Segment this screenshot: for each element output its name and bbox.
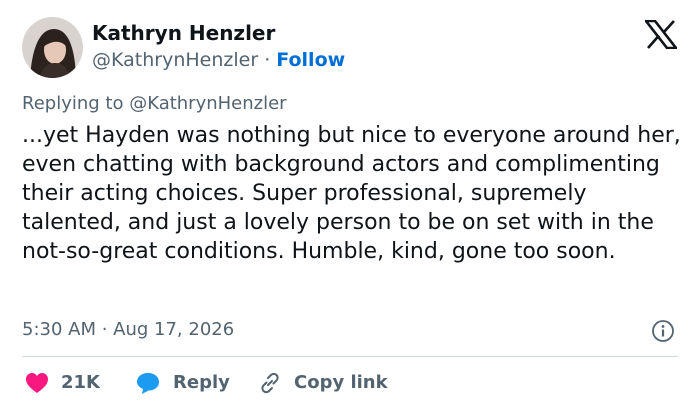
avatar[interactable]	[22, 17, 83, 78]
replying-to: Replying to @KathrynHenzler	[22, 93, 287, 114]
tweet-text: ...yet Hayden was nothing but nice to ev…	[22, 123, 681, 264]
author-name[interactable]: Kathryn Henzler	[92, 21, 275, 45]
follow-button[interactable]: Follow	[276, 49, 345, 71]
like-button[interactable]: 21K	[25, 370, 100, 396]
reply-label: Reply	[173, 372, 230, 393]
author-handle[interactable]: @KathrynHenzler	[92, 49, 258, 71]
copy-link-button[interactable]: Copy link	[258, 370, 388, 396]
author-handle-row: @KathrynHenzler · Follow	[92, 48, 345, 72]
divider	[22, 356, 678, 357]
reply-button[interactable]: Reply	[135, 370, 230, 396]
x-logo-icon[interactable]	[645, 20, 677, 49]
speech-bubble-icon	[137, 373, 159, 394]
tweet-timestamp[interactable]: 5:30 AM · Aug 17, 2026	[22, 318, 234, 342]
info-icon[interactable]	[651, 319, 675, 343]
copy-link-label: Copy link	[294, 372, 388, 393]
avatar-image	[22, 17, 83, 78]
like-count: 21K	[61, 372, 100, 393]
separator-dot: ·	[264, 49, 271, 71]
heart-icon	[26, 373, 48, 393]
link-icon	[261, 372, 279, 394]
